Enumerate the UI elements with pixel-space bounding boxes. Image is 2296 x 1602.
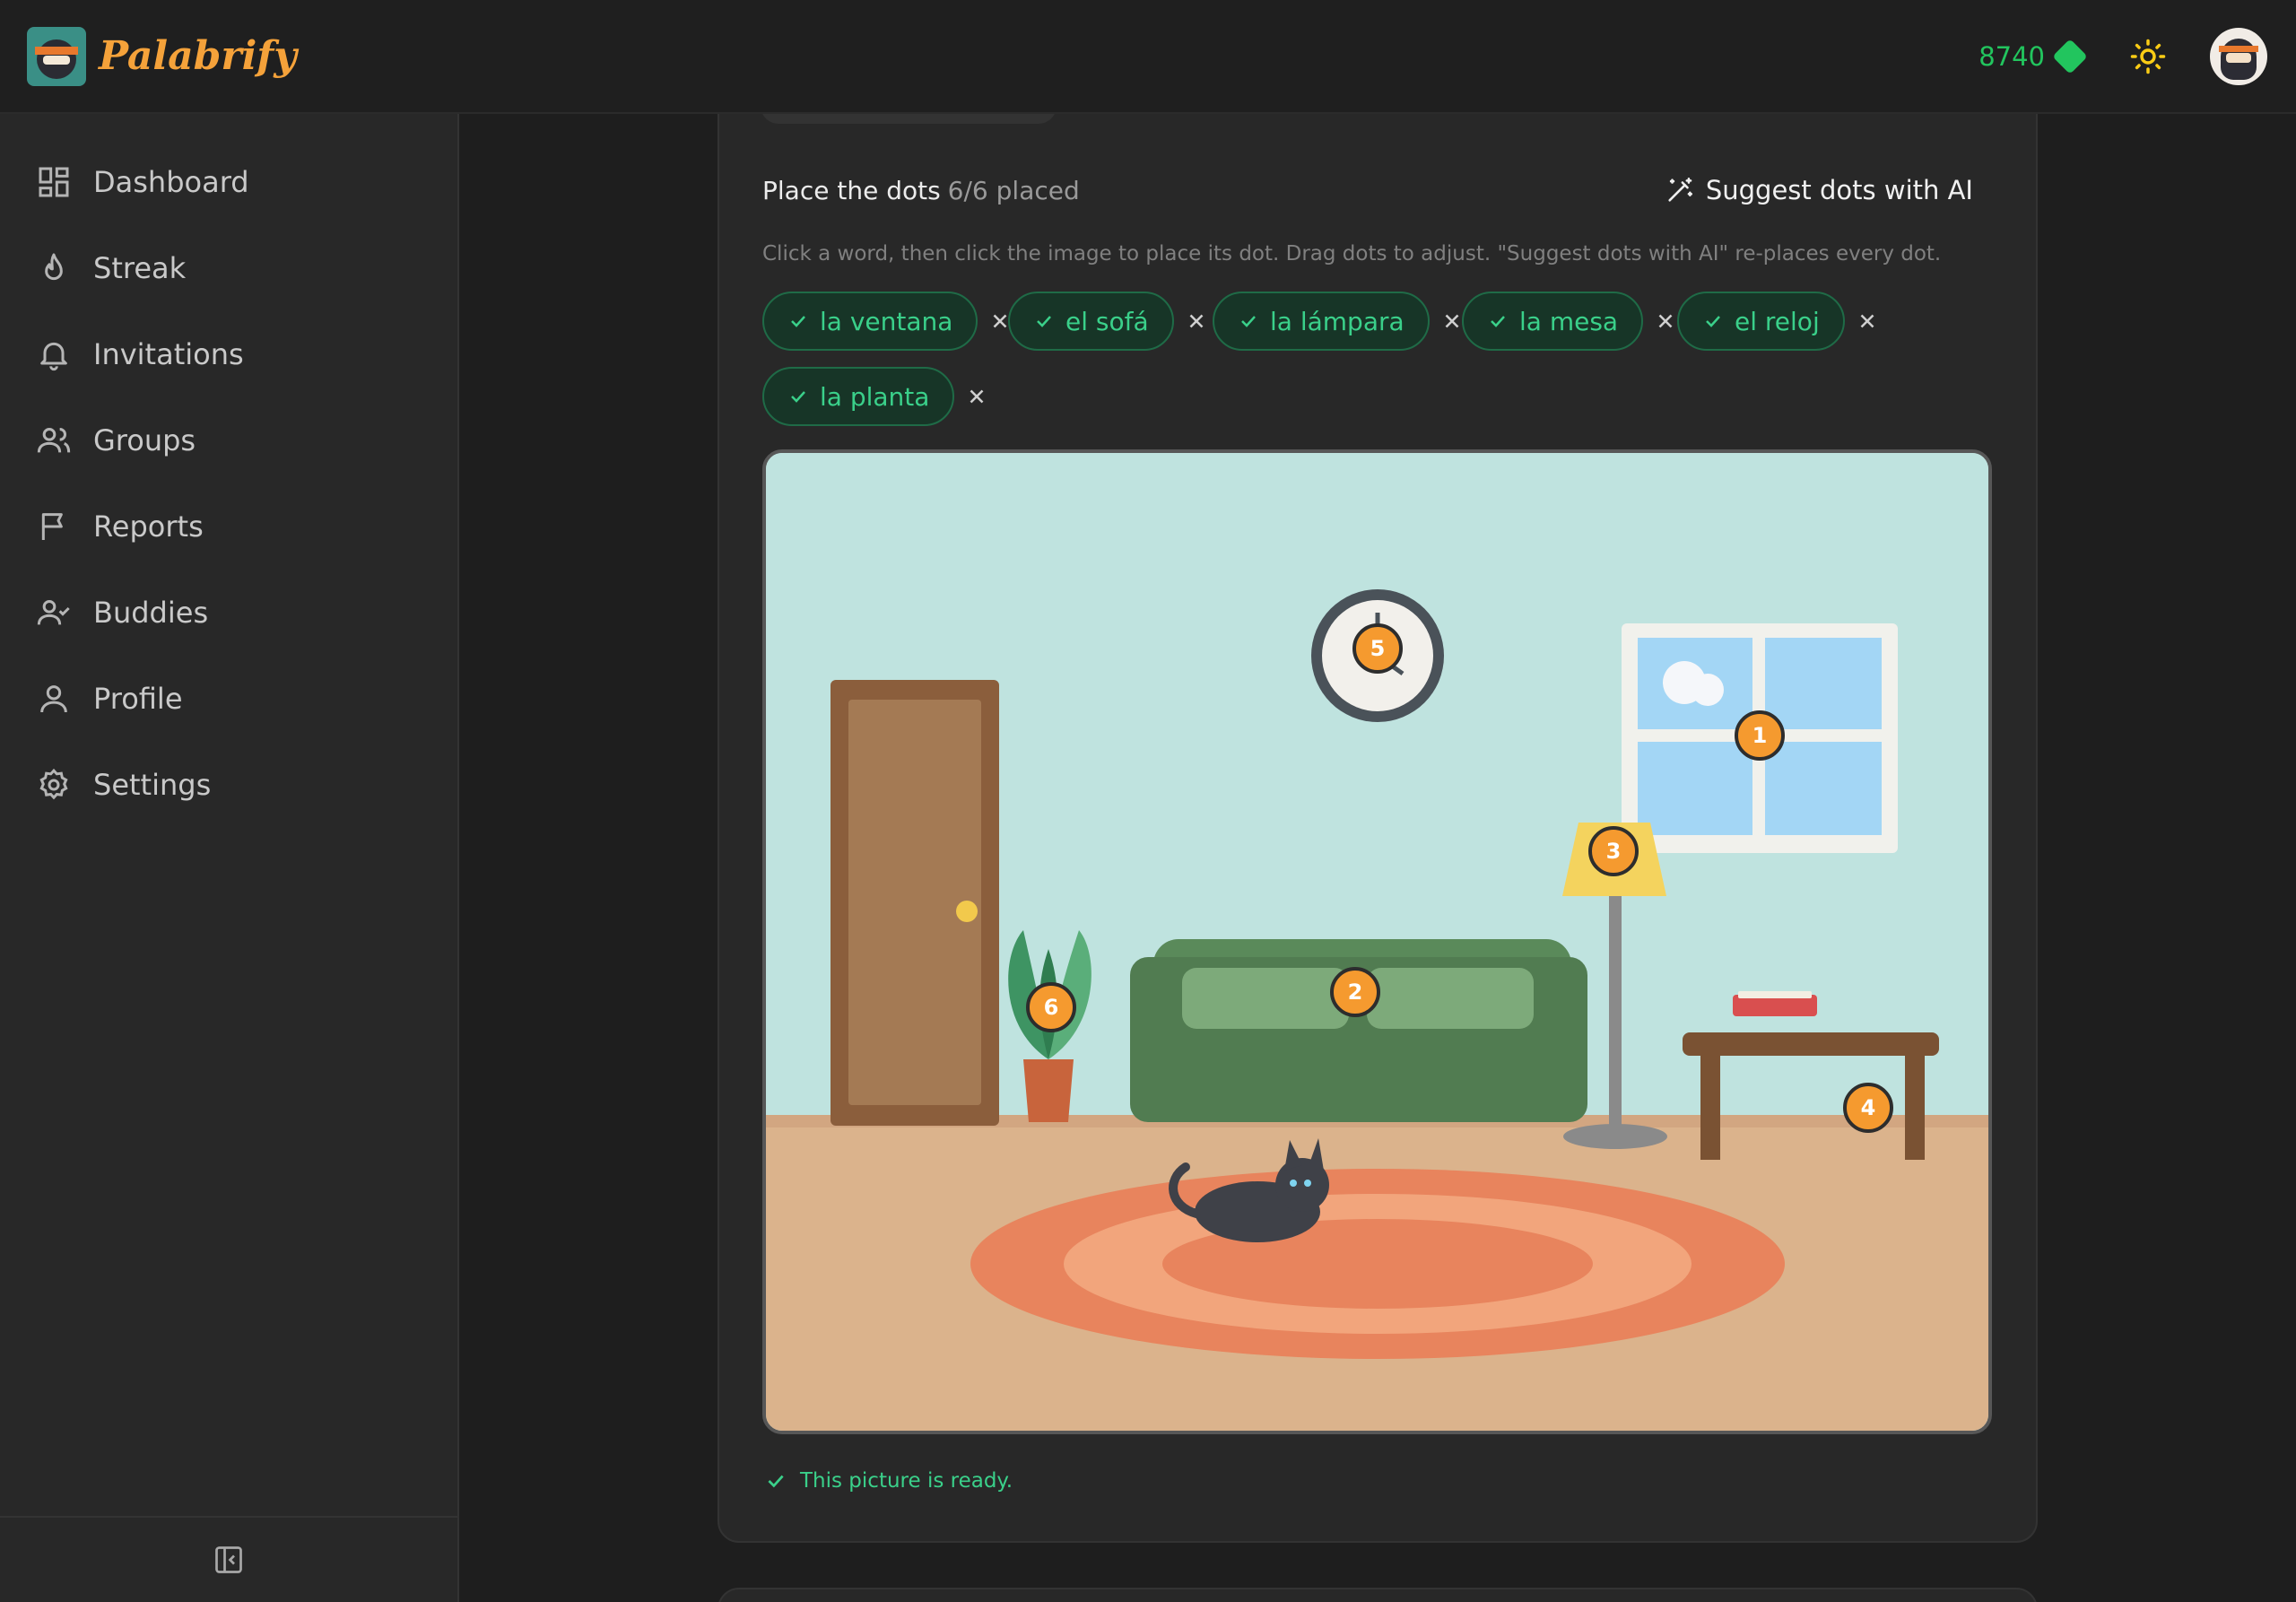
check-icon bbox=[768, 1475, 784, 1488]
word-dot-1[interactable]: 1 bbox=[1735, 710, 1785, 761]
app-name: Palabrify bbox=[99, 33, 297, 79]
remove-word-icon[interactable] bbox=[1440, 309, 1464, 333]
word-chip[interactable]: la mesa bbox=[1462, 292, 1644, 351]
suggest-dots-label: Suggest dots with AI bbox=[1705, 175, 1973, 205]
sidebar-item-buddies[interactable]: Buddies bbox=[36, 586, 208, 640]
users-icon bbox=[37, 428, 71, 453]
remove-word-icon[interactable] bbox=[1654, 309, 1677, 333]
gem-icon bbox=[2052, 38, 2088, 74]
flame-icon bbox=[45, 253, 63, 281]
next-card bbox=[718, 1588, 2038, 1602]
user-check-icon bbox=[37, 600, 70, 625]
sidebar-item-invitations[interactable]: Invitations bbox=[36, 327, 244, 381]
check-icon bbox=[1241, 316, 1256, 327]
sidebar-item-reports[interactable]: Reports bbox=[36, 500, 204, 553]
sidebar-item-groups[interactable]: Groups bbox=[36, 414, 196, 467]
word-chip-label: el sofá bbox=[1065, 306, 1149, 336]
flag-icon bbox=[41, 513, 63, 540]
placed-count: 6/6 placed bbox=[947, 175, 1080, 205]
word-chip-group: la lámpara bbox=[1213, 292, 1464, 351]
word-chip-label: el reloj bbox=[1735, 306, 1820, 336]
remove-word-icon[interactable] bbox=[1185, 309, 1208, 333]
top-bar: Palabrify 8740 bbox=[0, 0, 2296, 114]
word-dot-3[interactable]: 3 bbox=[1588, 826, 1639, 876]
place-dots-header: Place the dots 6/6 placed Suggest dots w… bbox=[762, 170, 1973, 210]
ready-text: This picture is ready. bbox=[800, 1469, 1013, 1493]
ready-status: This picture is ready. bbox=[764, 1469, 1013, 1493]
check-icon bbox=[791, 316, 805, 327]
check-icon bbox=[1491, 316, 1505, 327]
suggest-dots-button[interactable]: Suggest dots with AI bbox=[1665, 175, 1973, 205]
sidebar-item-label: Profile bbox=[93, 682, 183, 716]
sidebar-item-label: Buddies bbox=[93, 596, 209, 630]
logo-icon bbox=[27, 26, 86, 86]
sidebar-item-settings[interactable]: Settings bbox=[36, 758, 211, 812]
check-icon bbox=[1706, 316, 1720, 327]
user-icon bbox=[40, 685, 67, 713]
word-dot-6[interactable]: 6 bbox=[1026, 982, 1076, 1032]
word-dot-5[interactable]: 5 bbox=[1352, 623, 1403, 674]
word-chip-label: la mesa bbox=[1519, 306, 1619, 336]
sidebar-item-label: Settings bbox=[93, 768, 212, 802]
sidebar-item-streak[interactable]: Streak bbox=[36, 241, 186, 295]
dashboard-icon bbox=[39, 167, 69, 197]
sidebar-footer bbox=[0, 1516, 457, 1602]
sidebar: Dashboard Streak Invitations Groups Repo… bbox=[0, 114, 459, 1602]
word-chip-group: el sofá bbox=[1008, 292, 1208, 351]
word-chip-group: la mesa bbox=[1462, 292, 1677, 351]
sidebar-item-label: Reports bbox=[93, 509, 204, 544]
check-icon bbox=[1037, 316, 1051, 327]
sidebar-item-label: Streak bbox=[93, 251, 187, 285]
living-room-illustration bbox=[766, 453, 1988, 1431]
sidebar-item-label: Groups bbox=[93, 423, 196, 457]
word-chip[interactable]: el reloj bbox=[1677, 292, 1845, 351]
word-chip-group: la ventana bbox=[762, 292, 1012, 351]
gear-icon bbox=[39, 768, 68, 800]
sidebar-item-dashboard[interactable]: Dashboard bbox=[36, 155, 249, 209]
check-icon bbox=[791, 391, 805, 403]
word-chip-group: la planta bbox=[762, 367, 988, 426]
word-chip[interactable]: la planta bbox=[762, 367, 955, 426]
sun-icon[interactable] bbox=[2129, 38, 2167, 75]
sidebar-item-profile[interactable]: Profile bbox=[36, 672, 183, 726]
place-dots-title: Place the dots bbox=[762, 175, 941, 205]
collapse-sidebar-icon[interactable] bbox=[213, 1544, 245, 1576]
word-chip-label: la lámpara bbox=[1270, 306, 1405, 336]
word-chip[interactable]: la lámpara bbox=[1213, 292, 1430, 351]
word-dot-4[interactable]: 4 bbox=[1843, 1083, 1893, 1133]
avatar[interactable] bbox=[2210, 27, 2267, 85]
word-chip-label: la ventana bbox=[820, 306, 953, 336]
instructions-text: Click a word, then click the image to pl… bbox=[762, 242, 1942, 266]
word-chip-group: el reloj bbox=[1677, 292, 1879, 351]
remove-word-icon[interactable] bbox=[965, 385, 988, 408]
word-chip-label: la planta bbox=[820, 381, 930, 412]
gem-count: 8740 bbox=[1979, 40, 2045, 72]
sidebar-item-label: Dashboard bbox=[93, 165, 249, 199]
sidebar-item-label: Invitations bbox=[93, 337, 244, 371]
bell-icon bbox=[40, 342, 67, 371]
picture-canvas[interactable]: 1 2 3 4 5 6 bbox=[762, 449, 1992, 1434]
remove-word-icon[interactable] bbox=[1856, 309, 1879, 333]
magic-wand-icon bbox=[1668, 177, 1692, 202]
word-chip[interactable]: la ventana bbox=[762, 292, 978, 351]
brand[interactable]: Palabrify bbox=[27, 26, 297, 86]
gem-counter: 8740 bbox=[1979, 38, 2088, 74]
word-chip[interactable]: el sofá bbox=[1008, 292, 1174, 351]
word-dot-2[interactable]: 2 bbox=[1330, 967, 1380, 1017]
